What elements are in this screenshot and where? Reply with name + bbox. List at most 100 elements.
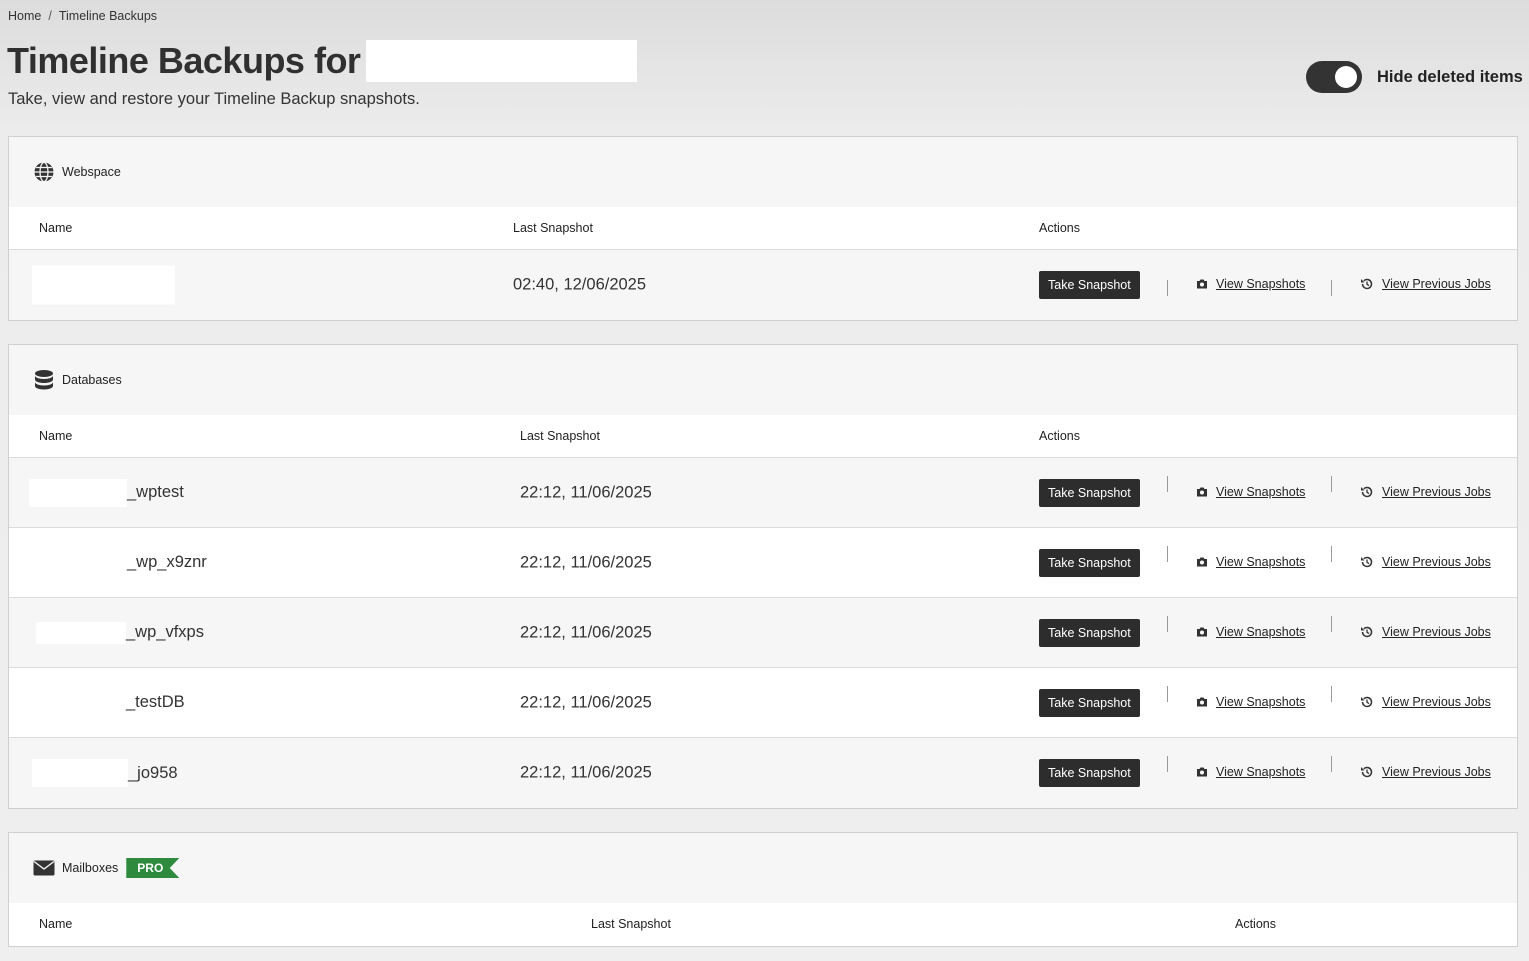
col-name: Name — [39, 429, 73, 443]
view-snapshots-label: View Snapshots — [1216, 695, 1306, 709]
databases-heading: Databases — [62, 373, 122, 387]
col-last-snapshot: Last Snapshot — [513, 221, 593, 235]
history-icon — [1360, 695, 1374, 709]
divider — [1167, 686, 1168, 702]
history-icon — [1360, 485, 1374, 499]
col-actions: Actions — [1039, 221, 1080, 235]
history-icon — [1360, 555, 1374, 569]
divider — [1331, 476, 1332, 492]
webspace-heading: Webspace — [62, 165, 121, 179]
redacted-name — [32, 265, 175, 305]
divider — [1167, 546, 1168, 562]
row-name: _wp_vfxps — [36, 621, 204, 644]
divider — [1331, 756, 1332, 772]
view-snapshots-link[interactable]: View Snapshots — [1196, 485, 1305, 499]
view-previous-jobs-link[interactable]: View Previous Jobs — [1360, 277, 1491, 291]
database-icon — [33, 369, 55, 391]
databases-table-header: Name Last Snapshot Actions — [9, 415, 1517, 458]
table-row: _jo958 22:12, 11/06/2025 Take Snapshot V… — [9, 738, 1517, 808]
hide-deleted-label: Hide deleted items — [1377, 67, 1523, 86]
view-previous-jobs-label: View Previous Jobs — [1382, 695, 1491, 709]
page-title: Timeline Backups for — [7, 40, 638, 82]
db-name-suffix: _wp_x9znr — [127, 553, 207, 571]
redacted-name-prefix — [29, 478, 127, 507]
databases-panel: Databases Name Last Snapshot Actions _wp… — [8, 344, 1518, 809]
pro-badge: PRO — [126, 858, 180, 878]
db-name-suffix: _wp_vfxps — [126, 623, 204, 641]
hide-deleted-toggle[interactable] — [1306, 61, 1362, 93]
divider — [1331, 546, 1332, 562]
view-snapshots-link[interactable]: View Snapshots — [1196, 625, 1305, 639]
divider — [1331, 616, 1332, 632]
divider — [1167, 616, 1168, 632]
mailboxes-panel: Mailboxes PRO Name Last Snapshot Actions — [8, 832, 1518, 947]
camera-icon — [1196, 487, 1208, 497]
row-name — [32, 265, 175, 305]
view-snapshots-link[interactable]: View Snapshots — [1196, 277, 1305, 291]
table-row: _testDB 22:12, 11/06/2025 Take Snapshot … — [9, 668, 1517, 738]
mailboxes-header: Mailboxes PRO — [9, 833, 1517, 903]
col-last-snapshot: Last Snapshot — [520, 429, 600, 443]
view-previous-jobs-link[interactable]: View Previous Jobs — [1360, 765, 1491, 779]
view-snapshots-link[interactable]: View Snapshots — [1196, 695, 1305, 709]
view-previous-jobs-link[interactable]: View Previous Jobs — [1360, 485, 1491, 499]
page-title-text: Timeline Backups for — [7, 40, 361, 81]
redacted-account-name — [366, 40, 638, 82]
view-snapshots-link[interactable]: View Snapshots — [1196, 555, 1305, 569]
view-previous-jobs-label: View Previous Jobs — [1382, 625, 1491, 639]
take-snapshot-button[interactable]: Take Snapshot — [1039, 759, 1140, 787]
view-snapshots-label: View Snapshots — [1216, 765, 1306, 779]
camera-icon — [1196, 627, 1208, 637]
divider — [1167, 280, 1168, 296]
col-actions: Actions — [1235, 917, 1276, 931]
row-name: _testDB — [29, 688, 185, 717]
history-icon — [1360, 277, 1374, 291]
webspace-table-header: Name Last Snapshot Actions — [9, 207, 1517, 250]
page-subtitle: Take, view and restore your Timeline Bac… — [8, 90, 420, 108]
view-previous-jobs-link[interactable]: View Previous Jobs — [1360, 625, 1491, 639]
db-name-suffix: _wptest — [127, 483, 184, 501]
col-name: Name — [39, 917, 73, 931]
breadcrumb: Home / Timeline Backups — [8, 9, 157, 23]
mailboxes-table-header: Name Last Snapshot Actions — [9, 903, 1517, 946]
view-previous-jobs-link[interactable]: View Previous Jobs — [1360, 695, 1491, 709]
divider — [1167, 476, 1168, 492]
row-last-snapshot: 22:12, 11/06/2025 — [520, 693, 652, 711]
row-last-snapshot: 22:12, 11/06/2025 — [520, 483, 652, 501]
redacted-name-prefix — [29, 688, 126, 717]
view-snapshots-link[interactable]: View Snapshots — [1196, 765, 1305, 779]
col-name: Name — [39, 221, 73, 235]
row-last-snapshot: 22:12, 11/06/2025 — [520, 623, 652, 641]
breadcrumb-separator: / — [48, 9, 52, 23]
view-previous-jobs-label: View Previous Jobs — [1382, 555, 1491, 569]
breadcrumb-home-link[interactable]: Home — [8, 9, 41, 23]
globe-icon — [33, 161, 55, 183]
db-name-suffix: _testDB — [126, 693, 185, 711]
col-last-snapshot: Last Snapshot — [591, 917, 671, 931]
take-snapshot-button[interactable]: Take Snapshot — [1039, 689, 1140, 717]
row-name: _wptest — [29, 478, 184, 507]
view-previous-jobs-link[interactable]: View Previous Jobs — [1360, 555, 1491, 569]
take-snapshot-button[interactable]: Take Snapshot — [1039, 271, 1140, 299]
take-snapshot-button[interactable]: Take Snapshot — [1039, 549, 1140, 577]
table-row: _wp_vfxps 22:12, 11/06/2025 Take Snapsho… — [9, 598, 1517, 668]
table-row: 02:40, 12/06/2025 Take Snapshot View Sna… — [9, 250, 1517, 320]
camera-icon — [1196, 557, 1208, 567]
divider — [1331, 280, 1332, 296]
row-last-snapshot: 22:12, 11/06/2025 — [520, 763, 652, 782]
view-previous-jobs-label: View Previous Jobs — [1382, 765, 1491, 779]
history-icon — [1360, 625, 1374, 639]
divider — [1167, 756, 1168, 772]
view-previous-jobs-label: View Previous Jobs — [1382, 485, 1491, 499]
take-snapshot-button[interactable]: Take Snapshot — [1039, 479, 1140, 507]
db-name-suffix: _jo958 — [128, 763, 178, 782]
row-name: _wp_x9znr — [29, 548, 207, 577]
breadcrumb-current: Timeline Backups — [58, 9, 158, 23]
view-snapshots-label: View Snapshots — [1216, 625, 1306, 639]
redacted-name-prefix — [29, 548, 127, 577]
take-snapshot-button[interactable]: Take Snapshot — [1039, 619, 1140, 647]
envelope-icon — [33, 857, 55, 879]
camera-icon — [1196, 697, 1208, 707]
webspace-panel: Webspace Name Last Snapshot Actions 02:4… — [8, 136, 1518, 321]
view-previous-jobs-label: View Previous Jobs — [1382, 277, 1491, 291]
